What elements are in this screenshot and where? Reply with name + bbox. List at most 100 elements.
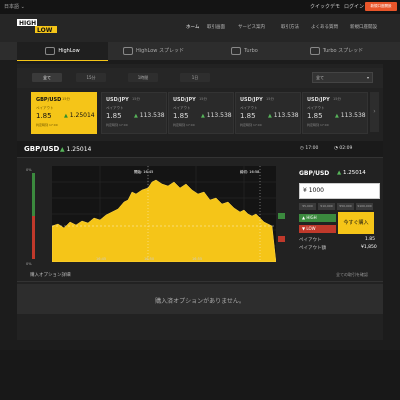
- filter-all[interactable]: 全て: [32, 73, 62, 82]
- payout-value: 1.85: [365, 237, 376, 242]
- card-closing: 判定時刻 17:00: [240, 123, 262, 127]
- card-duration: 15分: [199, 97, 207, 101]
- asset-card[interactable]: USD/JPY 15分 ペイアウト 1.85 ▲ 113.538 判定時刻 17…: [101, 92, 167, 134]
- language-selector[interactable]: 日本語 ⌄: [4, 3, 25, 10]
- card-payout: 1.85: [106, 112, 122, 120]
- card-payout-label: ペイアウト: [240, 106, 258, 110]
- quick-amount-button[interactable]: ¥100,000: [356, 203, 373, 210]
- card-pair: USD/JPY: [106, 97, 129, 103]
- price-chart: 開始: 16:45 締切: 16:58 16:45 16:50 16:55: [52, 166, 276, 262]
- card-pair: USD/JPY: [173, 97, 196, 103]
- low-button[interactable]: ▼ LOW: [299, 225, 336, 233]
- card-rate: 113.538: [139, 112, 165, 119]
- arrow-up-icon: ▲: [134, 113, 138, 119]
- chevron-down-icon: ▾: [366, 75, 369, 80]
- tab-turbo-spread[interactable]: Turbo スプレッド: [290, 42, 383, 60]
- close-time-label: 締切: 16:58: [240, 169, 259, 174]
- tab-label: HighLow スプレッド: [136, 48, 184, 54]
- card-payout-label: ペイアウト: [36, 106, 54, 110]
- card-closing: 判定時刻 17:00: [36, 123, 58, 127]
- arrow-up-icon: ▲: [335, 113, 339, 119]
- timer-icon: ◔: [334, 146, 338, 151]
- asset-card[interactable]: GBP/USD 15分 ペイアウト 1.85 ▲ 1.25014 判定時刻 17…: [31, 92, 97, 134]
- card-pair: USD/JPY: [307, 97, 330, 103]
- arrow-up-icon: ▲: [201, 113, 205, 119]
- arrow-up-icon: ▲: [64, 113, 68, 119]
- arrow-down-icon: ▼: [302, 226, 306, 231]
- main-navbar: [0, 14, 400, 42]
- nav-open-account[interactable]: 新規口座開設: [350, 24, 377, 30]
- logo-text-top: HIGH: [19, 20, 36, 27]
- high-button[interactable]: ▲ HIGH: [299, 214, 336, 222]
- login-link[interactable]: ログイン: [344, 3, 364, 10]
- empty-message: 購入済オプションがありません。: [155, 298, 245, 305]
- quick-amount-button[interactable]: ¥10,000: [318, 203, 335, 210]
- nav-services[interactable]: サービス案内: [238, 24, 265, 30]
- card-closing: 判定時刻 17:00: [106, 123, 128, 127]
- payout-label: ペイアウト: [299, 238, 322, 243]
- close-time-value: 17:00: [305, 146, 319, 151]
- selected-rate-value: 1.25014: [66, 146, 92, 153]
- spread-icon: [123, 46, 134, 55]
- tab-turbo[interactable]: Turbo: [199, 42, 290, 60]
- highlow-logo[interactable]: HIGH LOW: [16, 17, 58, 34]
- quick-amount-button[interactable]: ¥50,000: [337, 203, 354, 210]
- card-rate: 113.538: [273, 112, 299, 119]
- low-label: LOW: [306, 226, 316, 231]
- card-duration: 15分: [62, 97, 70, 101]
- footer: [0, 350, 400, 400]
- x-tick-label: 16:50: [144, 257, 154, 261]
- next-cards-button[interactable]: ›: [370, 92, 379, 132]
- nav-faq[interactable]: よくある質問: [311, 24, 338, 30]
- card-closing: 判定時刻 17:00: [307, 123, 329, 127]
- asset-card[interactable]: USD/JPY 15分 ペイアウト 1.85 ▲ 113.538 判定時刻 17…: [235, 92, 301, 134]
- chevron-right-icon: ›: [373, 108, 376, 115]
- close-time: ◷ 17:00: [300, 146, 318, 151]
- quick-amount-button[interactable]: ¥5,000: [299, 203, 316, 210]
- asset-select-value: 全て: [316, 75, 324, 80]
- selected-pair: GBP/USD: [24, 145, 60, 153]
- logo-text-bottom: LOW: [37, 27, 53, 34]
- x-tick-label: 16:45: [96, 257, 106, 261]
- card-pair: USD/JPY: [240, 97, 263, 103]
- open-time-label: 開始: 16:45: [134, 169, 153, 174]
- filter-15min[interactable]: 15分: [76, 73, 106, 82]
- asset-card[interactable]: USD/JPY 15分 ペイアウト 1.85 ▲ 113.538 判定時刻 17…: [168, 92, 234, 134]
- card-payout: 1.85: [173, 112, 189, 120]
- remaining-time-value: 02:09: [339, 146, 353, 151]
- card-closing: 判定時刻 17:00: [173, 123, 195, 127]
- high-label: HIGH: [306, 215, 317, 220]
- payout-amount-row: ペイアウト額 ¥1,850: [299, 245, 377, 251]
- nav-home[interactable]: ホーム: [186, 24, 199, 30]
- view-all-trades-link[interactable]: 全ての取引を確認: [336, 272, 368, 278]
- tab-label: Turbo: [244, 48, 258, 54]
- filter-1day[interactable]: 1日: [180, 73, 210, 82]
- tab-highlow[interactable]: HighLow: [17, 42, 108, 61]
- tab-label: HighLow: [58, 48, 80, 54]
- buy-now-button[interactable]: 今すぐ購入: [338, 212, 374, 234]
- card-rate: 113.538: [340, 112, 366, 119]
- clock-icon: ◷: [300, 146, 304, 151]
- card-duration: 15分: [266, 97, 274, 101]
- card-duration: 15分: [132, 97, 140, 101]
- gauge-low-label: 0%: [26, 262, 32, 266]
- trade-rate-value: 1.25014: [342, 170, 366, 176]
- payout-amount-label: ペイアウト額: [299, 246, 326, 251]
- filter-1hour[interactable]: 1時間: [128, 73, 158, 82]
- nav-how-to-trade[interactable]: 取引方法: [281, 24, 299, 30]
- nav-trading[interactable]: 取引画面: [207, 24, 225, 30]
- turbo-icon: [231, 46, 242, 55]
- open-account-button[interactable]: 新規口座開設: [365, 2, 397, 11]
- purchased-options-header: [17, 269, 383, 282]
- tab-highlow-spread[interactable]: HighLow スプレッド: [108, 42, 199, 60]
- quick-demo-link[interactable]: クイックデモ: [310, 3, 340, 10]
- purchased-options-title: 購入オプション詳細: [30, 273, 71, 278]
- trade-rate: ▲ 1.25014: [337, 170, 366, 176]
- amount-input[interactable]: ¥ 1000: [299, 183, 380, 199]
- asset-select[interactable]: 全て ▾: [312, 72, 373, 83]
- card-rate: 113.538: [206, 112, 232, 119]
- card-pair: GBP/USD: [36, 97, 62, 103]
- card-payout-label: ペイアウト: [106, 106, 124, 110]
- asset-card[interactable]: USD/JPY 15分 ペイアウト 1.85 ▲ 113.538 判定時刻 17…: [302, 92, 368, 134]
- gauge-high-label: 0%: [26, 168, 32, 172]
